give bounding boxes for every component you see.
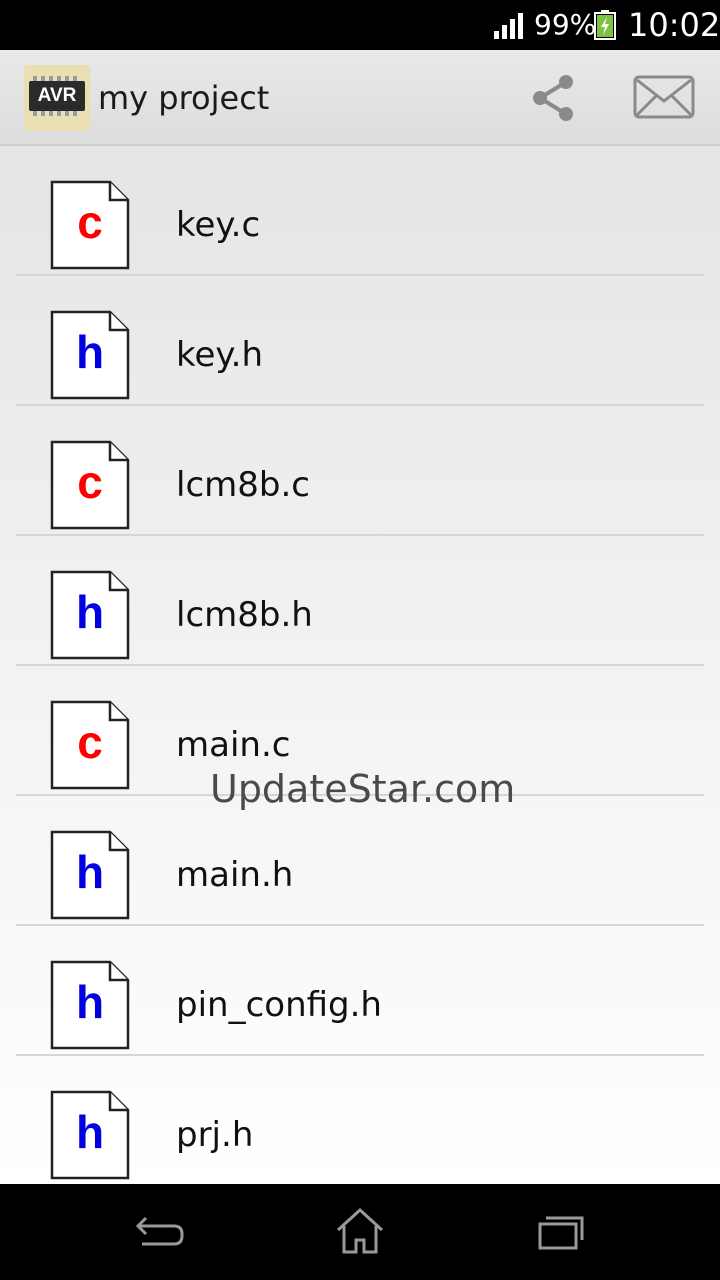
mail-icon[interactable] (632, 74, 696, 120)
file-name: main.h (176, 855, 294, 895)
list-item[interactable]: c main.c (0, 666, 720, 796)
h-file-icon: h (50, 960, 130, 1050)
app-icon-label: AVR (37, 85, 77, 106)
file-list[interactable]: c key.c h key.h c lcm8b.c h lcm8b.h c main.c h main… (0, 146, 720, 1184)
file-name: prj.h (176, 1115, 254, 1155)
battery-percent: 99% (534, 8, 597, 41)
back-icon[interactable] (130, 1206, 190, 1258)
file-type-letter: c (77, 196, 103, 248)
share-icon[interactable] (526, 70, 580, 126)
navigation-bar (0, 1184, 720, 1280)
file-name: main.c (176, 725, 291, 765)
file-name: lcm8b.c (176, 465, 310, 505)
h-file-icon: h (50, 310, 130, 400)
action-bar: AVR my project (0, 50, 720, 146)
list-item[interactable]: h prj.h (0, 1056, 720, 1184)
clock: 10:02 (628, 6, 720, 44)
list-item[interactable]: h lcm8b.h (0, 536, 720, 666)
file-type-letter: c (77, 716, 103, 768)
file-type-letter: h (75, 326, 105, 378)
file-name: key.h (176, 335, 264, 375)
page-title: my project (98, 79, 270, 117)
c-file-icon: c (50, 440, 130, 530)
list-item[interactable]: h key.h (0, 276, 720, 406)
file-type-letter: h (75, 976, 105, 1028)
list-item[interactable]: h pin_config.h (0, 926, 720, 1056)
home-icon[interactable] (330, 1206, 390, 1258)
file-name: key.c (176, 205, 261, 245)
list-item[interactable]: h main.h (0, 796, 720, 926)
h-file-icon: h (50, 1090, 130, 1180)
file-type-letter: c (77, 456, 103, 508)
battery-charging-icon (594, 10, 616, 40)
file-type-letter: h (75, 586, 105, 638)
recent-apps-icon[interactable] (530, 1206, 590, 1258)
list-item[interactable]: c key.c (0, 146, 720, 276)
list-item[interactable]: c lcm8b.c (0, 406, 720, 536)
c-file-icon: c (50, 180, 130, 270)
file-name: pin_config.h (176, 985, 382, 1025)
c-file-icon: c (50, 700, 130, 790)
file-type-letter: h (75, 846, 105, 898)
chip-pins (33, 111, 81, 116)
status-bar: 99% 10:02 (0, 0, 720, 50)
app-icon[interactable]: AVR (24, 65, 90, 131)
h-file-icon: h (50, 830, 130, 920)
h-file-icon: h (50, 570, 130, 660)
file-name: lcm8b.h (176, 595, 313, 635)
signal-icon (494, 13, 523, 39)
file-type-letter: h (75, 1106, 105, 1158)
